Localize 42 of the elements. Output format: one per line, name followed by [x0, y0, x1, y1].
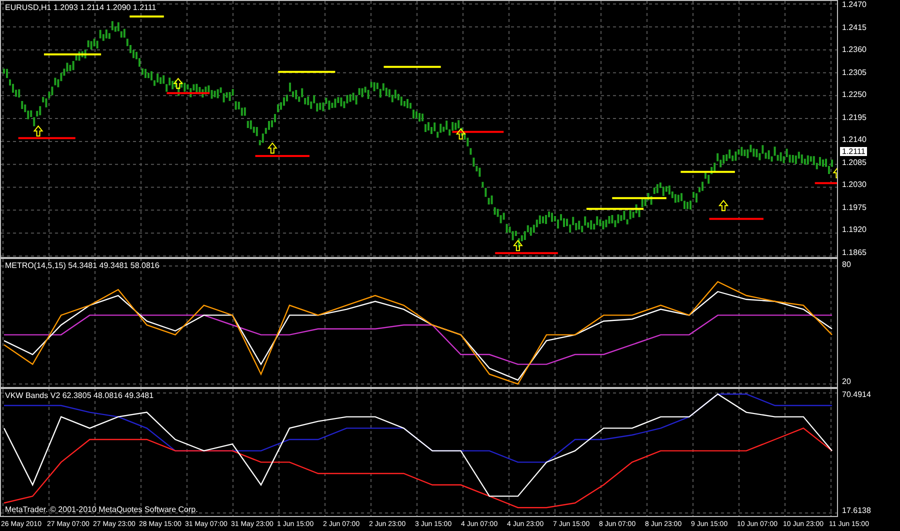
axis-label: 1.2360 — [842, 45, 866, 56]
up-arrow-icon — [33, 125, 44, 137]
axis-label: 1.2305 — [842, 68, 866, 78]
level-line — [278, 70, 336, 73]
axis-label: 1.2195 — [842, 112, 866, 123]
axis-label: 80 — [842, 260, 851, 270]
level-line — [709, 218, 764, 220]
level-line — [680, 170, 735, 173]
axis-label: 1.1920 — [842, 225, 866, 236]
axis-label: 1.2030 — [842, 180, 866, 190]
up-arrow-icon — [832, 166, 837, 178]
level-line — [495, 252, 558, 254]
level-line — [814, 182, 837, 184]
level-line — [44, 53, 102, 56]
chart-title: METRO(14,5,15) 54.3481 49.3481 58.0816 — [5, 261, 160, 270]
copyright-text: MetaTrader. © 2001-2010 MetaQuotes Software Corp. — [5, 505, 198, 514]
axis-label: 1.2415 — [842, 22, 866, 33]
chart-title: EURUSD,H1 1.2093 1.2114 1.2090 1.2111 — [5, 3, 156, 12]
chart-title: VKW Bands V2 62.3805 48.0816 49.3481 — [5, 391, 154, 400]
level-line — [452, 130, 504, 133]
level-line — [130, 16, 164, 18]
up-arrow-icon — [173, 78, 184, 90]
axis-label: 1.2250 — [842, 90, 866, 100]
axis-label: 1.2470 — [842, 0, 866, 10]
up-arrow-icon — [718, 200, 729, 212]
current-price-label: 1.2111 — [840, 147, 868, 156]
level-line — [18, 137, 76, 140]
up-arrow-icon — [456, 128, 466, 140]
up-arrow-icon — [512, 240, 523, 252]
level-line — [166, 92, 210, 94]
axis-label: 20 — [842, 377, 851, 387]
axis-label: 1.1865 — [842, 248, 866, 258]
axis-label: 70.4914 — [842, 390, 871, 400]
axis-label: 17.6138 — [842, 506, 871, 516]
up-arrow-icon — [267, 142, 278, 154]
axis-label: 1.2140 — [842, 135, 866, 146]
level-line — [612, 197, 666, 200]
level-line — [255, 155, 310, 158]
axis-label: 1.2085 — [842, 158, 866, 168]
axis-label: 1.1975 — [842, 202, 866, 213]
level-line — [384, 66, 441, 68]
level-line — [586, 208, 644, 210]
